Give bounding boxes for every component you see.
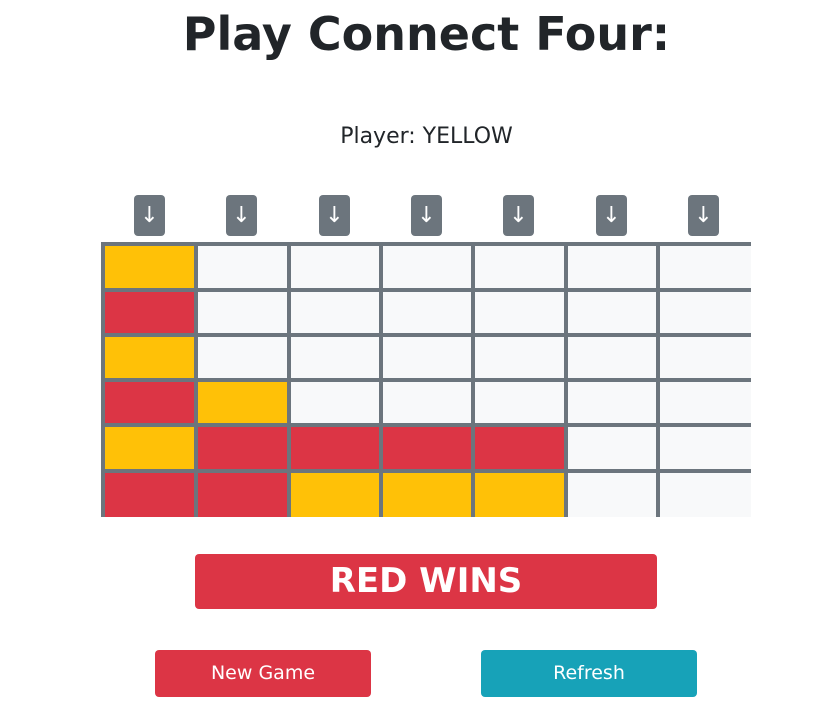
board-cell-r5-c1 bbox=[105, 427, 194, 469]
board-cell-r4-c5 bbox=[475, 382, 564, 423]
board-cell-r2-c7 bbox=[660, 292, 751, 333]
board-cell-r6-c1 bbox=[105, 473, 194, 517]
board-cell-r2-c5 bbox=[475, 292, 564, 333]
current-player-label: Player: YELLOW bbox=[340, 124, 513, 149]
board-cell-r1-c4 bbox=[383, 246, 471, 288]
board-cell-r1-c6 bbox=[568, 246, 656, 288]
board-cell-r3-c3 bbox=[291, 337, 379, 378]
board-cell-r2-c6 bbox=[568, 292, 656, 333]
board-cell-r6-c6 bbox=[568, 473, 656, 517]
board-cell-r4-c2 bbox=[198, 382, 287, 423]
board-cell-r6-c2 bbox=[198, 473, 287, 517]
board-cell-r3-c6 bbox=[568, 337, 656, 378]
refresh-button[interactable]: Refresh bbox=[481, 650, 697, 697]
board-cell-r4-c7 bbox=[660, 382, 751, 423]
new-game-button[interactable]: New Game bbox=[155, 650, 371, 697]
board-cell-r5-c6 bbox=[568, 427, 656, 469]
board-cell-r2-c4 bbox=[383, 292, 471, 333]
board-cell-r2-c3 bbox=[291, 292, 379, 333]
board-cell-r4-c3 bbox=[291, 382, 379, 423]
drop-column-2-button[interactable]: ↓ bbox=[226, 195, 257, 236]
drop-column-4-button[interactable]: ↓ bbox=[411, 195, 442, 236]
board-cell-r5-c4 bbox=[383, 427, 471, 469]
board-cell-r5-c7 bbox=[660, 427, 751, 469]
board-cell-r5-c5 bbox=[475, 427, 564, 469]
winner-banner: RED WINS bbox=[195, 554, 657, 609]
board-cell-r1-c5 bbox=[475, 246, 564, 288]
drop-column-7-button[interactable]: ↓ bbox=[688, 195, 719, 236]
board-cell-r5-c2 bbox=[198, 427, 287, 469]
board-cell-r6-c3 bbox=[291, 473, 379, 517]
board-cell-r5-c3 bbox=[291, 427, 379, 469]
board-cell-r1-c3 bbox=[291, 246, 379, 288]
board-cell-r6-c5 bbox=[475, 473, 564, 517]
board-cell-r6-c4 bbox=[383, 473, 471, 517]
board-cell-r4-c1 bbox=[105, 382, 194, 423]
board-cell-r4-c6 bbox=[568, 382, 656, 423]
drop-column-1-button[interactable]: ↓ bbox=[134, 195, 165, 236]
board-cell-r3-c7 bbox=[660, 337, 751, 378]
board-cell-r6-c7 bbox=[660, 473, 751, 517]
connect-four-page: Play Connect Four: Player: YELLOW ↓ ↓ ↓ ↓ ↓ ↓… bbox=[0, 0, 831, 726]
board-cell-r1-c1 bbox=[105, 246, 194, 288]
game-board bbox=[101, 242, 751, 517]
board-cell-r3-c2 bbox=[198, 337, 287, 378]
board-cell-r3-c1 bbox=[105, 337, 194, 378]
drop-column-5-button[interactable]: ↓ bbox=[503, 195, 534, 236]
drop-column-3-button[interactable]: ↓ bbox=[319, 195, 350, 236]
board-cell-r1-c7 bbox=[660, 246, 751, 288]
page-title: Play Connect Four: bbox=[182, 7, 671, 61]
board-cell-r4-c4 bbox=[383, 382, 471, 423]
drop-column-6-button[interactable]: ↓ bbox=[596, 195, 627, 236]
board-cell-r2-c2 bbox=[198, 292, 287, 333]
board-cell-r3-c5 bbox=[475, 337, 564, 378]
board-cell-r3-c4 bbox=[383, 337, 471, 378]
board-cell-r1-c2 bbox=[198, 246, 287, 288]
board-cell-r2-c1 bbox=[105, 292, 194, 333]
